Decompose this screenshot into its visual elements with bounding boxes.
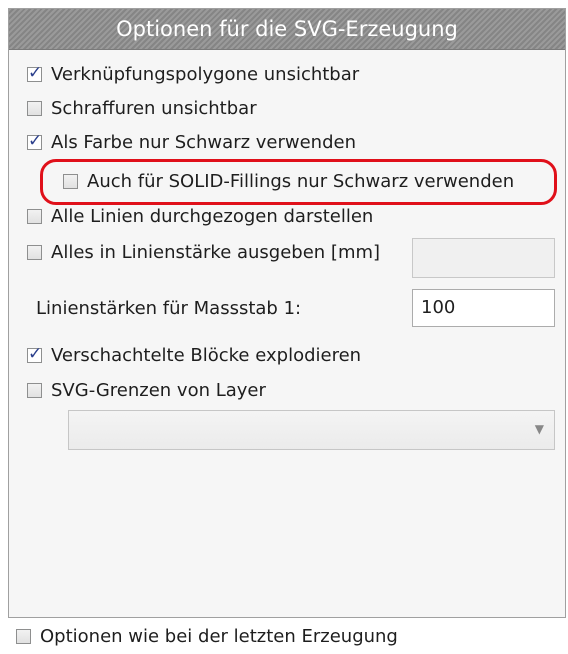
option-label: Schraffuren unsichtbar: [51, 98, 257, 119]
checkbox-uniform-line-width[interactable]: [27, 245, 42, 260]
layer-select-value: [69, 418, 77, 439]
checkbox-solid-lines[interactable]: [27, 209, 42, 224]
checkmark-icon: ✓: [28, 63, 43, 83]
option-use-last-settings[interactable]: Optionen wie bei der letzten Erzeugung: [16, 626, 398, 647]
scale-label: Linienstärken für Massstab 1:: [36, 298, 302, 319]
checkbox-hide-link-polygons[interactable]: ✓: [27, 63, 42, 83]
option-black-only[interactable]: ✓ Als Farbe nur Schwarz verwenden: [27, 131, 356, 153]
option-label: Alle Linien durchgezogen darstellen: [51, 206, 374, 227]
panel-title: Optionen für die SVG-Erzeugung: [9, 9, 565, 50]
checkbox-explode-nested-blocks[interactable]: ✓: [27, 344, 42, 364]
checkbox-hide-hatching[interactable]: [27, 101, 42, 116]
option-uniform-line-width[interactable]: Alles in Linienstärke ausgeben [mm]: [27, 242, 380, 263]
layer-select[interactable]: ▼: [68, 410, 555, 450]
footer-label: Optionen wie bei der letzten Erzeugung: [40, 626, 398, 647]
line-width-input[interactable]: [412, 238, 555, 278]
option-hide-link-polygons[interactable]: ✓ Verknüpfungspolygone unsichtbar: [27, 63, 360, 85]
scale-value: 100: [421, 297, 456, 318]
chevron-down-icon: ▼: [534, 422, 544, 436]
scale-input[interactable]: 100: [412, 289, 555, 327]
option-label: Als Farbe nur Schwarz verwenden: [51, 132, 356, 153]
option-label: Verknüpfungspolygone unsichtbar: [51, 64, 360, 85]
checkmark-icon: ✓: [28, 344, 43, 364]
line-width-value: [413, 246, 421, 267]
checkbox-svg-bounds-from-layer[interactable]: [27, 383, 42, 398]
option-svg-bounds-from-layer[interactable]: SVG-Grenzen von Layer: [27, 380, 266, 401]
option-label: Auch für SOLID-Fillings nur Schwarz verw…: [87, 171, 515, 192]
checkmark-icon: ✓: [28, 131, 43, 151]
option-explode-nested-blocks[interactable]: ✓ Verschachtelte Blöcke explodieren: [27, 344, 362, 366]
option-hide-hatching[interactable]: Schraffuren unsichtbar: [27, 98, 257, 119]
checkbox-black-only[interactable]: ✓: [27, 131, 42, 151]
option-label: Verschachtelte Blöcke explodieren: [51, 345, 362, 366]
option-solid-fillings-black[interactable]: Auch für SOLID-Fillings nur Schwarz verw…: [63, 171, 514, 192]
checkbox-use-last-settings[interactable]: [16, 629, 31, 644]
checkbox-solid-fillings-black[interactable]: [63, 174, 78, 189]
option-label: Alles in Linienstärke ausgeben [mm]: [51, 242, 381, 263]
option-solid-lines[interactable]: Alle Linien durchgezogen darstellen: [27, 206, 373, 227]
option-label: SVG-Grenzen von Layer: [51, 380, 266, 401]
